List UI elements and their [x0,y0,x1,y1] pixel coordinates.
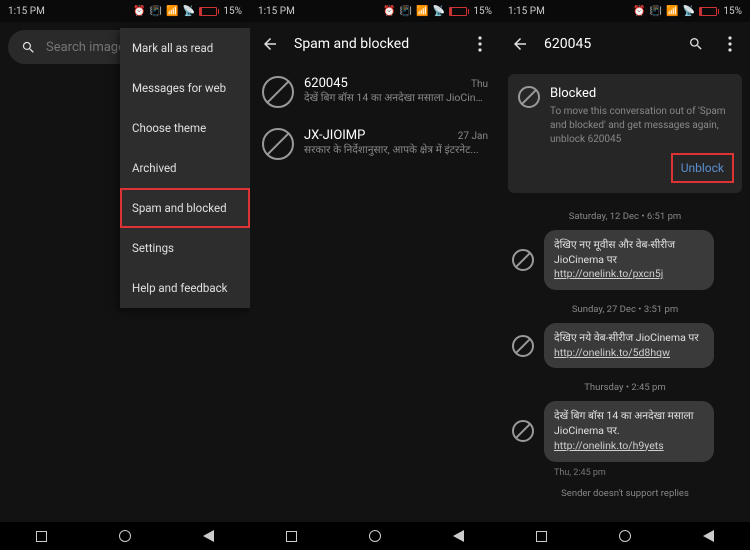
message-link[interactable]: http://onelink.to/pxcn5j [554,267,663,280]
block-icon [262,128,294,160]
status-bar: 1:15 PM ⏰ 📳 📶 📡 15% [250,0,500,22]
overflow-menu: Mark all as read Messages for web Choose… [120,28,250,308]
message-bubble[interactable]: देखिए नए मूवीस और वेब-सीरीज JioCinema पर… [544,230,714,290]
menu-messages-web[interactable]: Messages for web [120,68,250,108]
nav-bar [0,522,250,550]
blocked-card: Blocked To move this conversation out of… [508,74,742,193]
menu-archived[interactable]: Archived [120,148,250,188]
status-icons: ⏰ 📳 📶 📡 15% [633,6,742,17]
list-item[interactable]: 620045 Thu देखें बिग बॉस 14 का अनदेखा मसा… [250,66,500,118]
vibrate-icon: 📳 [650,6,662,17]
block-icon [512,335,534,357]
battery-icon [449,7,470,16]
alarm-icon: ⏰ [133,6,145,17]
date-label: Sunday, 27 Dec • 3:51 pm [500,294,750,319]
alarm-icon: ⏰ [633,6,645,17]
battery-pct: 15% [723,6,742,17]
blocked-heading: Blocked [550,86,732,101]
status-time: 1:15 PM [258,6,295,17]
menu-choose-theme[interactable]: Choose theme [120,108,250,148]
block-icon [512,420,534,442]
nav-home[interactable] [369,530,381,542]
search-icon[interactable] [686,34,706,54]
back-icon[interactable] [510,34,530,54]
message-link[interactable]: http://onelink.to/5d8hqw [554,346,670,359]
wifi-icon: 📡 [182,6,194,17]
battery-icon [699,7,720,16]
panel-messages-home: 1:15 PM ⏰ 📳 📶 📡 15% Mark all as read Mes… [0,0,250,550]
vibrate-icon: 📳 [400,6,412,17]
nav-bar [250,522,500,550]
item-time: 27 Jan [458,131,488,142]
block-icon [518,86,540,108]
wifi-icon: 📡 [682,6,694,17]
message-time: Thu, 2:45 pm [500,466,750,480]
nav-recents[interactable] [536,531,547,542]
search-icon [18,37,38,57]
battery-pct: 15% [223,6,242,17]
item-title: JX-JIOIMP [304,128,365,143]
status-bar: 1:15 PM ⏰ 📳 📶 📡 15% [500,0,750,22]
battery-pct: 15% [473,6,492,17]
spam-list: 620045 Thu देखें बिग बॉस 14 का अनदेखा मसा… [250,66,500,170]
nav-home[interactable] [619,530,631,542]
list-item[interactable]: JX-JIOIMP 27 Jan सरकार के निर्देशानुसार, … [250,118,500,170]
message-link[interactable]: http://onelink.to/h9yets [554,439,664,452]
date-label: Saturday, 12 Dec • 6:51 pm [500,201,750,226]
message-group: Sunday, 27 Dec • 3:51 pm देखिए नये वेब-स… [500,294,750,372]
menu-spam-blocked[interactable]: Spam and blocked [120,188,250,228]
status-icons: ⏰ 📳 📶 📡 15% [133,6,242,17]
page-title: 620045 [544,36,672,52]
wifi-icon: 📡 [432,6,444,17]
back-icon[interactable] [260,34,280,54]
status-bar: 1:15 PM ⏰ 📳 📶 📡 15% [0,0,250,22]
date-label: Thursday • 2:45 pm [500,372,750,397]
battery-icon [199,7,220,16]
nav-back[interactable] [703,530,714,542]
signal-icon: 📶 [166,6,178,17]
item-time: Thu [471,79,488,90]
item-title: 620045 [304,76,348,91]
status-time: 1:15 PM [8,6,45,17]
signal-icon: 📶 [666,6,678,17]
nav-back[interactable] [203,530,214,542]
item-sub: सरकार के निर्देशानुसार, आपके क्षेत्र में… [304,143,488,157]
message-bubble[interactable]: देखिए नये वेब-सीरीज JioCinema पर http://… [544,323,714,368]
more-icon[interactable] [720,34,740,54]
nav-bar [500,522,750,550]
block-icon [512,249,534,271]
nav-home[interactable] [119,530,131,542]
item-sub: देखें बिग बॉस 14 का अनदेखा मसाला JioCine… [304,91,488,105]
menu-settings[interactable]: Settings [120,228,250,268]
status-icons: ⏰ 📳 📶 📡 15% [383,6,492,17]
message-bubble[interactable]: देखें बिग बॉस 14 का अनदेखा मसाला JioCine… [544,401,714,461]
message-group: Thursday • 2:45 pm देखें बिग बॉस 14 का अ… [500,372,750,479]
menu-mark-all-read[interactable]: Mark all as read [120,28,250,68]
nav-recents[interactable] [36,531,47,542]
page-title: Spam and blocked [294,36,456,52]
panel-conversation: 1:15 PM ⏰ 📳 📶 📡 15% 620045 Blocked To mo… [500,0,750,550]
more-icon[interactable] [470,34,490,54]
blocked-desc: To move this conversation out of 'Spam a… [550,105,732,147]
panel-spam-list: 1:15 PM ⏰ 📳 📶 📡 15% Spam and blocked 620… [250,0,500,550]
unblock-button[interactable]: Unblock [673,155,732,181]
status-time: 1:15 PM [508,6,545,17]
spam-header: Spam and blocked [250,22,500,66]
reply-disabled-note: Sender doesn't support replies [500,480,750,507]
nav-recents[interactable] [286,531,297,542]
vibrate-icon: 📳 [150,6,162,17]
alarm-icon: ⏰ [383,6,395,17]
messages-scroll[interactable]: Saturday, 12 Dec • 6:51 pm देखिए नए मूवी… [500,201,750,531]
message-group: Saturday, 12 Dec • 6:51 pm देखिए नए मूवी… [500,201,750,294]
block-icon [262,76,294,108]
menu-help-feedback[interactable]: Help and feedback [120,268,250,308]
nav-back[interactable] [453,530,464,542]
conversation-header: 620045 [500,22,750,66]
signal-icon: 📶 [416,6,428,17]
